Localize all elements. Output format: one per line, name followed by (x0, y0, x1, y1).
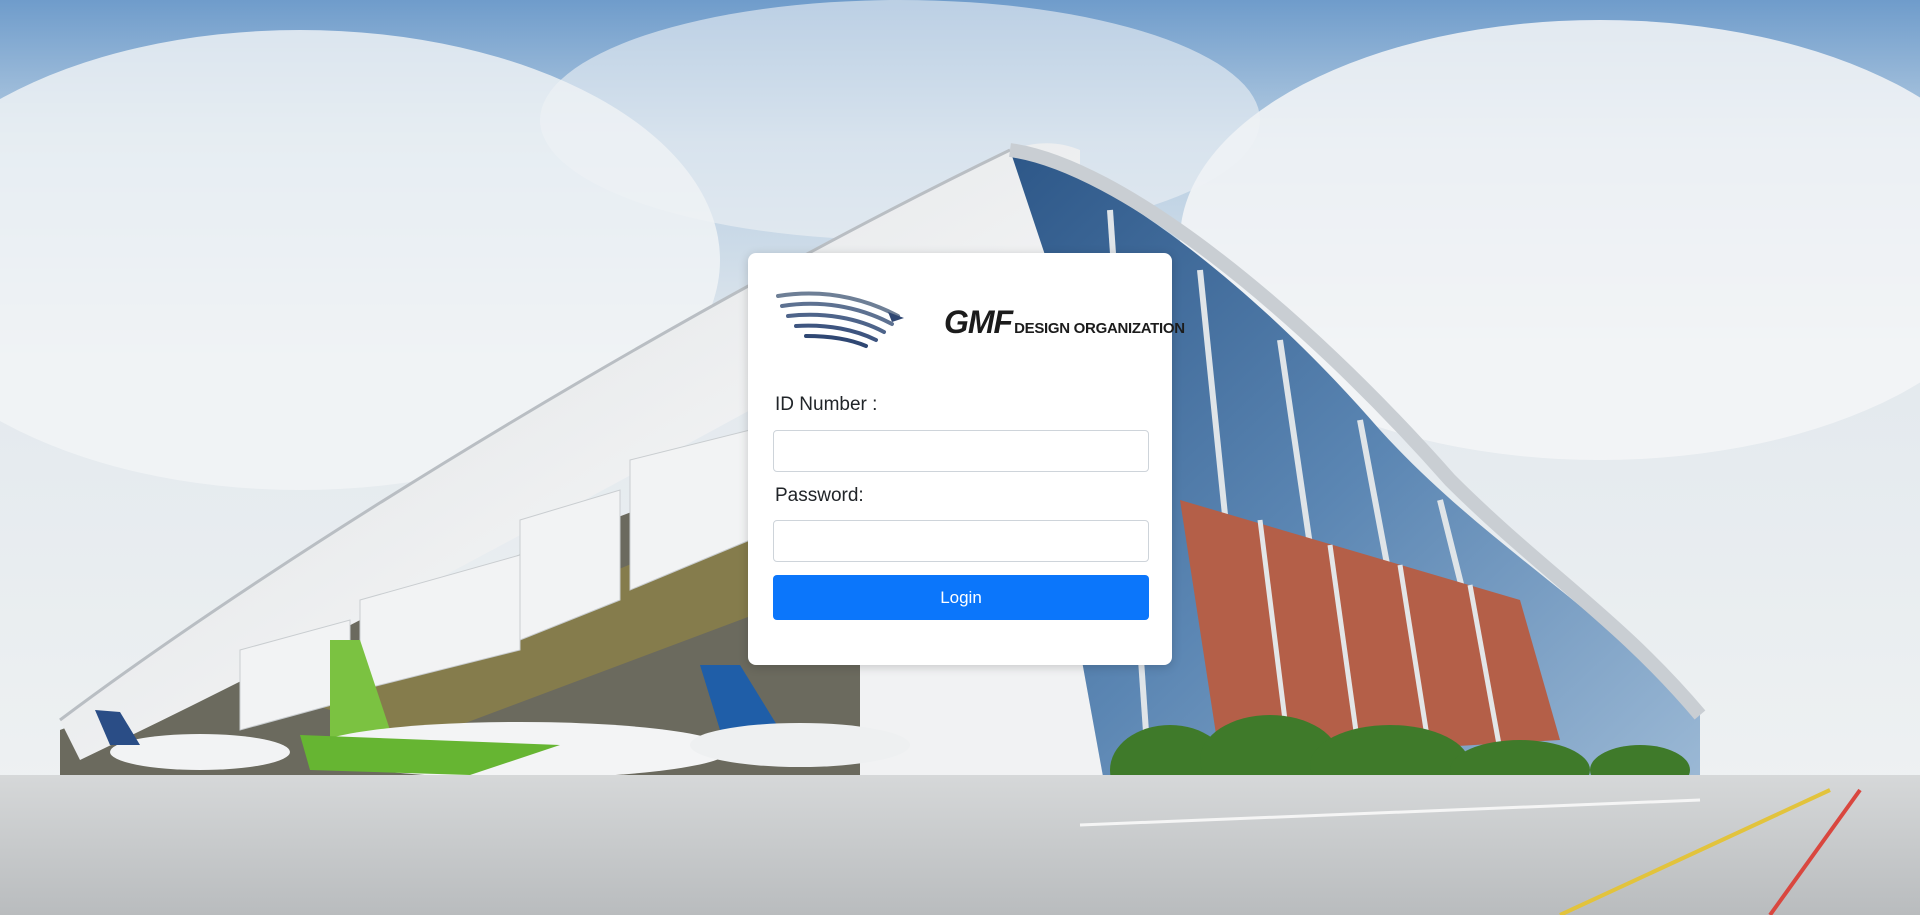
id-number-input[interactable] (773, 430, 1149, 472)
login-card: GMF DESIGN ORGANIZATION ID Number : Passw… (748, 253, 1185, 665)
password-input[interactable] (773, 520, 1149, 562)
eagle-wing-icon (776, 291, 904, 348)
login-button[interactable]: Login (773, 575, 1149, 620)
brand-wordmark: GMF DESIGN ORGANIZATION (944, 304, 1185, 341)
password-label: Password: (775, 485, 864, 506)
id-number-label: ID Number : (775, 394, 878, 415)
brand-subtitle: DESIGN ORGANIZATION (1014, 320, 1185, 337)
brand-logo: GMF DESIGN ORGANIZATION (776, 286, 1185, 350)
brand-name: GMF (944, 304, 1013, 340)
